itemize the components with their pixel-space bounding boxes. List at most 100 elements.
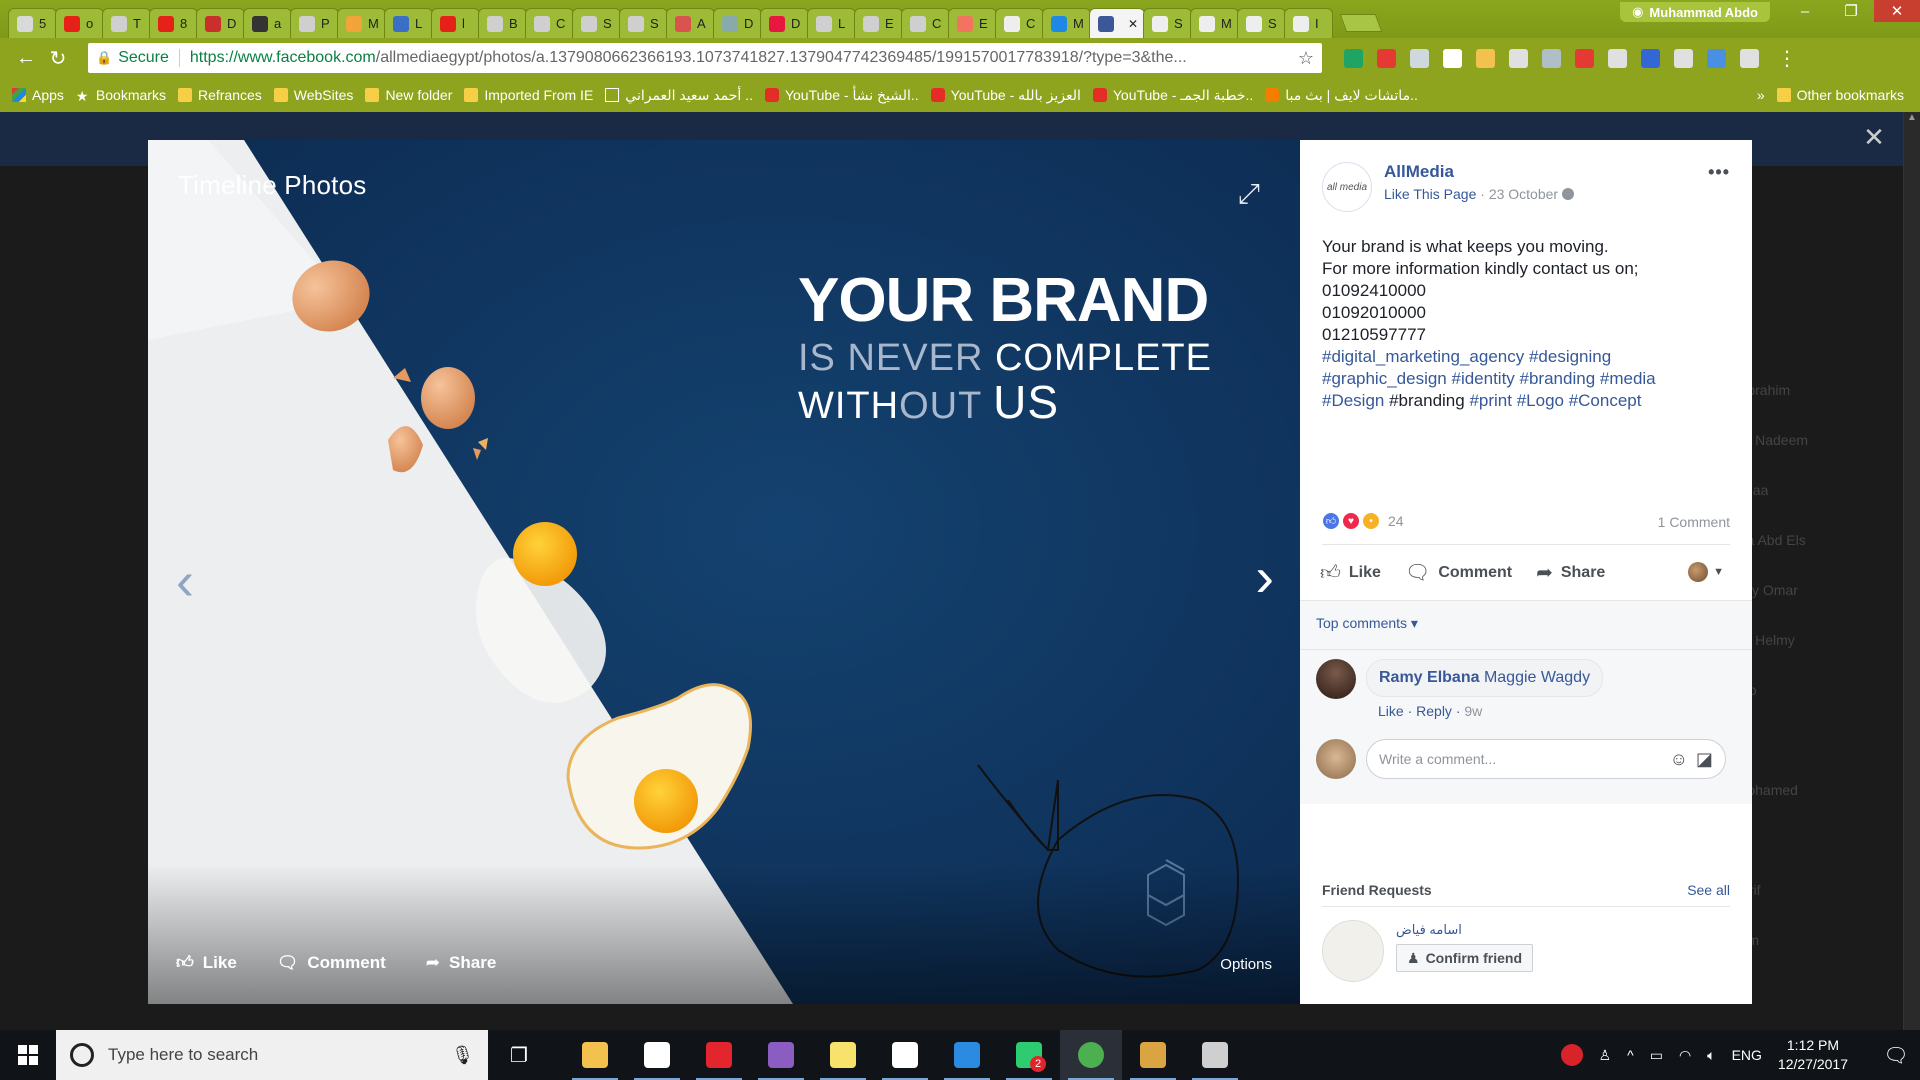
adblock-icon[interactable] — [1377, 48, 1396, 68]
friend-requests-see-all[interactable]: See all — [1687, 882, 1730, 898]
browser-tab[interactable]: C — [995, 8, 1044, 38]
next-photo-icon[interactable]: › — [1255, 544, 1274, 609]
post-more-options-icon[interactable]: ••• — [1708, 162, 1730, 183]
extension-icon[interactable] — [1707, 48, 1726, 68]
extension-icon[interactable] — [1674, 48, 1693, 68]
browser-tab[interactable]: C — [525, 8, 574, 38]
wifi-icon[interactable]: ◠ — [1679, 1047, 1691, 1064]
microphone-icon[interactable]: 🎙︎ — [451, 1045, 474, 1066]
taskbar-app-sticky-notes[interactable] — [812, 1030, 874, 1080]
photo-options-button[interactable]: Options — [1220, 956, 1272, 973]
close-window-button[interactable]: ✕ — [1874, 0, 1920, 22]
other-bookmarks[interactable]: Other bookmarks — [1776, 87, 1904, 103]
bookmark-star-icon[interactable]: ☆ — [1298, 48, 1314, 69]
browser-tab[interactable]: ✕ — [1089, 8, 1145, 38]
browser-tab[interactable]: 5 — [8, 8, 57, 38]
taskbar-clock[interactable]: 1:12 PM 12/27/2017 — [1778, 1036, 1848, 1074]
taskbar-app-vscode[interactable] — [936, 1030, 998, 1080]
bookmark-item[interactable]: ★ Bookmarks — [76, 87, 166, 104]
reload-button[interactable]: ↻ — [42, 46, 74, 71]
taskbar-app-file-explorer[interactable] — [564, 1030, 626, 1080]
browser-tab[interactable]: a — [243, 8, 292, 38]
bookmark-item[interactable]: Apps — [12, 87, 64, 103]
browser-tab[interactable]: o — [55, 8, 104, 38]
browser-tab[interactable]: D — [713, 8, 762, 38]
browser-tab[interactable]: A — [666, 8, 715, 38]
browser-tab[interactable]: B — [478, 8, 527, 38]
page-name-link[interactable]: AllMedia — [1384, 162, 1574, 182]
minimize-button[interactable]: – — [1782, 0, 1828, 22]
post-date[interactable]: 23 October — [1489, 186, 1558, 202]
bookmark-item[interactable]: أحمد سعيد العمراني .. — [605, 87, 753, 104]
browser-tab[interactable]: S — [572, 8, 621, 38]
show-hidden-icons[interactable]: ^ — [1627, 1047, 1634, 1063]
photo-comment-button[interactable]: 🗨 Comment — [277, 952, 386, 973]
bookmarks-overflow-button[interactable]: » — [1757, 87, 1765, 103]
hashtag-design[interactable]: #Design — [1322, 391, 1384, 410]
taskbar-app-mail[interactable] — [626, 1030, 688, 1080]
extension-icon[interactable] — [1641, 48, 1660, 68]
confirm-friend-button[interactable]: ♟ Confirm friend — [1396, 944, 1534, 972]
close-viewer-icon[interactable]: ✕ — [1862, 122, 1886, 153]
extension-icon[interactable] — [1542, 48, 1561, 68]
taskbar-app-opera[interactable] — [688, 1030, 750, 1080]
like-page-link[interactable]: Like This Page — [1384, 186, 1476, 202]
extension-icon[interactable] — [1344, 48, 1363, 68]
bookmark-item[interactable]: Refrances — [177, 87, 262, 103]
post-comment-button[interactable]: 🗨 Comment — [1405, 560, 1512, 585]
comment-mention[interactable]: Maggie Wagdy — [1484, 669, 1590, 686]
chrome-menu-icon[interactable]: ⋮ — [1777, 46, 1797, 71]
browser-tab[interactable]: M — [1190, 8, 1239, 38]
photo-stage[interactable]: Timeline Photos ⤢ ‹ › YOUR BRAND IS NEVE… — [148, 140, 1300, 1004]
friend-request-avatar[interactable] — [1322, 920, 1384, 982]
start-button[interactable] — [0, 1030, 56, 1080]
taskbar-search-box[interactable]: Type here to search 🎙︎ — [56, 1030, 488, 1080]
browser-tab[interactable]: 8 — [149, 8, 198, 38]
browser-tab[interactable]: T — [102, 8, 151, 38]
browser-tab[interactable]: S — [1143, 8, 1192, 38]
scroll-up-icon[interactable]: ▲ — [1904, 112, 1920, 123]
post-share-button[interactable]: ➦ Share — [1536, 560, 1605, 585]
browser-tab[interactable]: E — [854, 8, 903, 38]
address-bar[interactable]: 🔒 Secure https://www.facebook.com/allmed… — [88, 43, 1322, 73]
friend-request-name[interactable]: اسامه فياض — [1396, 922, 1533, 938]
album-title[interactable]: Timeline Photos — [178, 170, 366, 201]
top-comments-filter[interactable]: Top comments ▾ — [1316, 615, 1418, 632]
comment-author[interactable]: Ramy Elbana — [1379, 669, 1479, 686]
taskbar-app-tools[interactable] — [1122, 1030, 1184, 1080]
posting-as-selector[interactable]: ▼ — [1688, 562, 1724, 582]
extension-icon[interactable] — [1740, 48, 1759, 68]
language-indicator[interactable]: ENG — [1732, 1047, 1762, 1063]
taskbar-app-slack[interactable] — [874, 1030, 936, 1080]
antivirus-tray-icon[interactable] — [1560, 1044, 1583, 1066]
volume-icon[interactable]: 🔈︎ — [1707, 1047, 1715, 1064]
hashtags-line2[interactable]: #graphic_design #identity #branding #med… — [1322, 368, 1732, 390]
bookmark-item[interactable]: WebSites — [273, 87, 353, 103]
bookmark-item[interactable]: ماتشات لايف | بث مبا.. — [1265, 87, 1418, 104]
photo-like-button[interactable]: 👍︎ Like — [176, 952, 237, 973]
browser-tab[interactable]: C — [901, 8, 950, 38]
back-button[interactable]: ← — [10, 47, 42, 70]
new-tab-button[interactable] — [1339, 14, 1383, 32]
bookmark-item[interactable]: YouTube - العزيز بالله — [930, 87, 1081, 104]
browser-tab[interactable]: P — [290, 8, 339, 38]
photo-share-button[interactable]: ➦ Share — [426, 952, 497, 973]
extension-icon[interactable] — [1575, 48, 1594, 68]
taskbar-app-chrome[interactable] — [1060, 1030, 1122, 1080]
taskbar-app-terminal[interactable] — [1184, 1030, 1246, 1080]
previous-photo-icon[interactable]: ‹ — [176, 550, 194, 612]
extension-icon[interactable] — [1443, 48, 1462, 68]
commenter-avatar[interactable] — [1316, 659, 1356, 699]
bookmark-item[interactable]: New folder — [365, 87, 452, 103]
comment-time[interactable]: 9w — [1464, 703, 1482, 719]
browser-tab[interactable]: S — [619, 8, 668, 38]
bookmark-item[interactable]: YouTube - الشيخ نشأ.. — [764, 87, 919, 104]
comment-count-link[interactable]: 1 Comment — [1658, 514, 1730, 530]
sticker-icon[interactable]: ◪ — [1696, 749, 1713, 770]
browser-tab[interactable]: l — [431, 8, 480, 38]
hashtags-line3-rest[interactable]: #print #Logo #Concept — [1469, 391, 1641, 410]
browser-tab[interactable]: D — [760, 8, 809, 38]
action-center-icon[interactable]: 🗨 — [1872, 1030, 1920, 1080]
maximize-button[interactable]: ❐ — [1828, 0, 1874, 22]
browser-tab[interactable]: L — [384, 8, 433, 38]
